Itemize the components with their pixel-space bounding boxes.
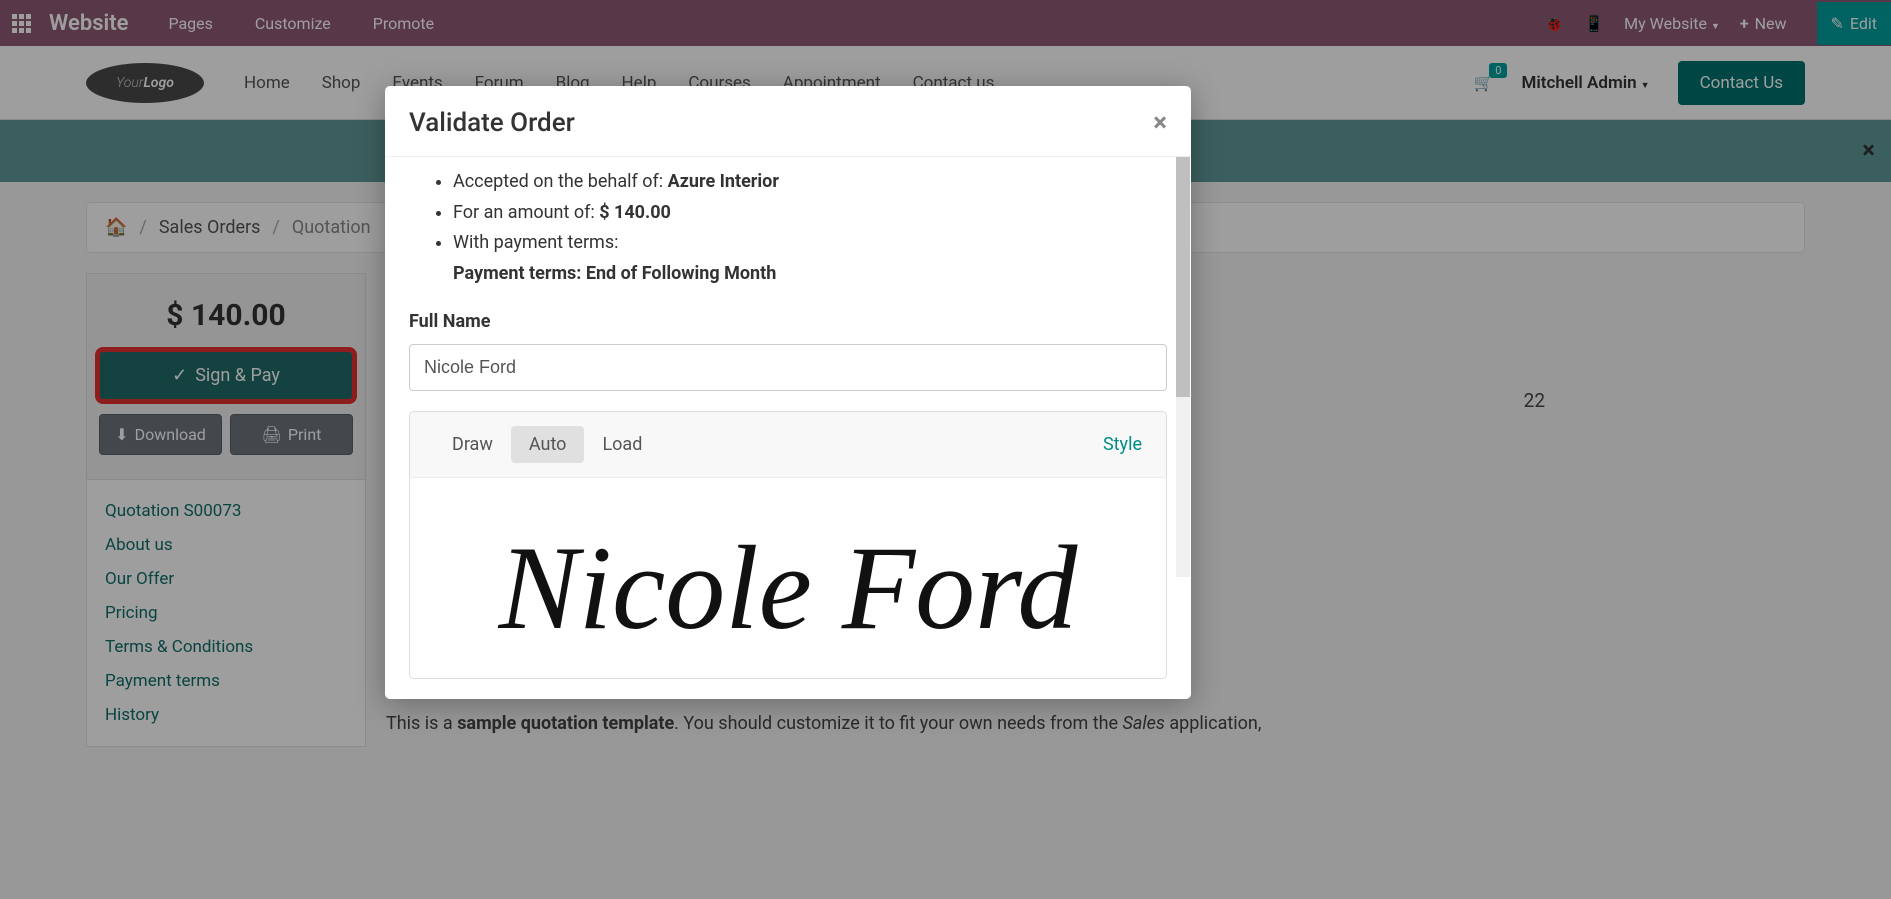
modal-close-icon[interactable]: × <box>1153 108 1167 138</box>
scroll-thumb[interactable] <box>1176 157 1190 397</box>
fullname-label: Full Name <box>409 311 1167 332</box>
list-item: Accepted on the behalf of: Azure Interio… <box>453 167 1167 198</box>
tab-draw[interactable]: Draw <box>434 426 511 463</box>
signature-canvas[interactable]: Nicole Ford <box>410 478 1166 678</box>
signature-svg: Nicole Ford <box>468 478 1108 678</box>
modal-title: Validate Order <box>409 108 575 138</box>
fullname-input[interactable] <box>409 344 1167 391</box>
scrollbar[interactable]: ▲ ▼ <box>1176 157 1190 577</box>
list-item: For an amount of: $ 140.00 <box>453 198 1167 229</box>
signature-tabs: Draw Auto Load Style <box>410 412 1166 478</box>
signature-card: Draw Auto Load Style Nicole Ford <box>409 411 1167 679</box>
validate-order-modal: Validate Order × ▲ ▼ Accepted on the beh… <box>385 86 1191 699</box>
tab-auto[interactable]: Auto <box>511 426 585 463</box>
style-link[interactable]: Style <box>1103 434 1142 455</box>
svg-text:Nicole Ford: Nicole Ford <box>498 521 1079 654</box>
order-summary-list: Accepted on the behalf of: Azure Interio… <box>409 167 1167 289</box>
tab-load[interactable]: Load <box>584 426 660 463</box>
list-item: With payment terms:Payment terms: End of… <box>453 228 1167 289</box>
